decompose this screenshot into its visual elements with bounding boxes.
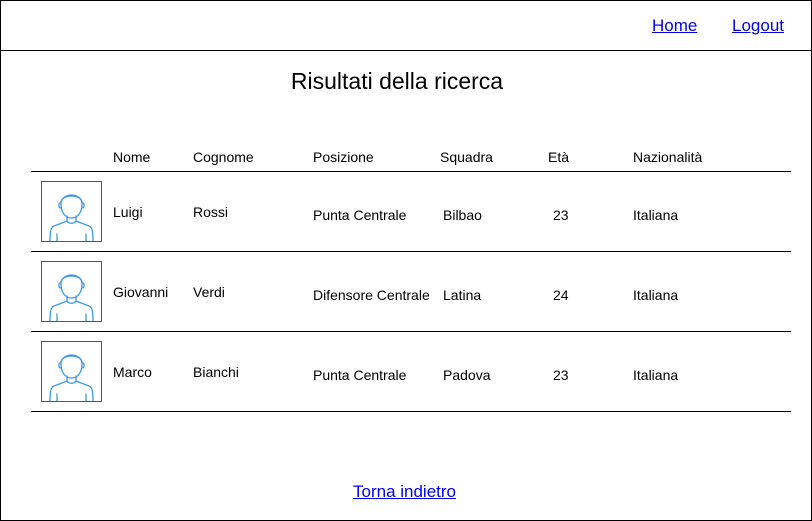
cell-squadra: Bilbao <box>443 207 482 223</box>
column-header-eta: Età <box>548 149 570 165</box>
cell-nome: Marco <box>113 364 152 380</box>
column-header-posizione: Posizione <box>313 149 374 165</box>
column-header-nome: Nome <box>113 149 151 165</box>
page-title: Risultati della ricerca <box>290 68 504 94</box>
cell-squadra: Latina <box>443 287 482 303</box>
home-link[interactable]: Home <box>652 16 697 36</box>
table-row[interactable]: Giovanni Verdi Difensore Centrale Latina… <box>31 252 791 332</box>
cell-nazionalita: Italiana <box>633 207 679 223</box>
cell-eta: 24 <box>553 287 569 303</box>
cell-nome: Giovanni <box>113 284 169 300</box>
column-header-nazionalita: Nazionalità <box>633 149 703 165</box>
top-nav-bar: Home Logout <box>1 1 811 51</box>
column-header-squadra: Squadra <box>440 149 493 165</box>
cell-nome: Luigi <box>113 204 143 220</box>
page-frame: Home Logout Risultati della ricerca Nome… <box>0 0 812 521</box>
cell-posizione: Punta Centrale <box>313 207 407 223</box>
cell-cognome: Verdi <box>193 284 225 300</box>
user-avatar-icon <box>41 341 102 402</box>
back-link[interactable]: Torna indietro <box>353 482 456 502</box>
cell-cognome: Bianchi <box>193 364 239 380</box>
user-avatar-icon <box>41 181 102 242</box>
user-avatar-icon <box>41 261 102 322</box>
cell-nazionalita: Italiana <box>633 287 679 303</box>
table-header: Nome Cognome Posizione Squadra Età Nazio… <box>31 141 791 172</box>
cell-cognome: Rossi <box>193 204 229 220</box>
column-header-cognome: Cognome <box>193 149 254 165</box>
cell-posizione: Punta Centrale <box>313 367 407 383</box>
table-row[interactable]: Luigi Rossi Punta Centrale Bilbao 23 Ita… <box>31 172 791 252</box>
cell-squadra: Padova <box>443 367 491 383</box>
table-row[interactable]: Marco Bianchi Punta Centrale Padova 23 I… <box>31 332 791 412</box>
cell-eta: 23 <box>553 367 569 383</box>
logout-link[interactable]: Logout <box>732 16 784 36</box>
cell-eta: 23 <box>553 207 569 223</box>
cell-posizione: Difensore Centrale <box>313 287 430 303</box>
cell-nazionalita: Italiana <box>633 367 679 383</box>
results-table: Nome Cognome Posizione Squadra Età Nazio… <box>31 141 791 412</box>
